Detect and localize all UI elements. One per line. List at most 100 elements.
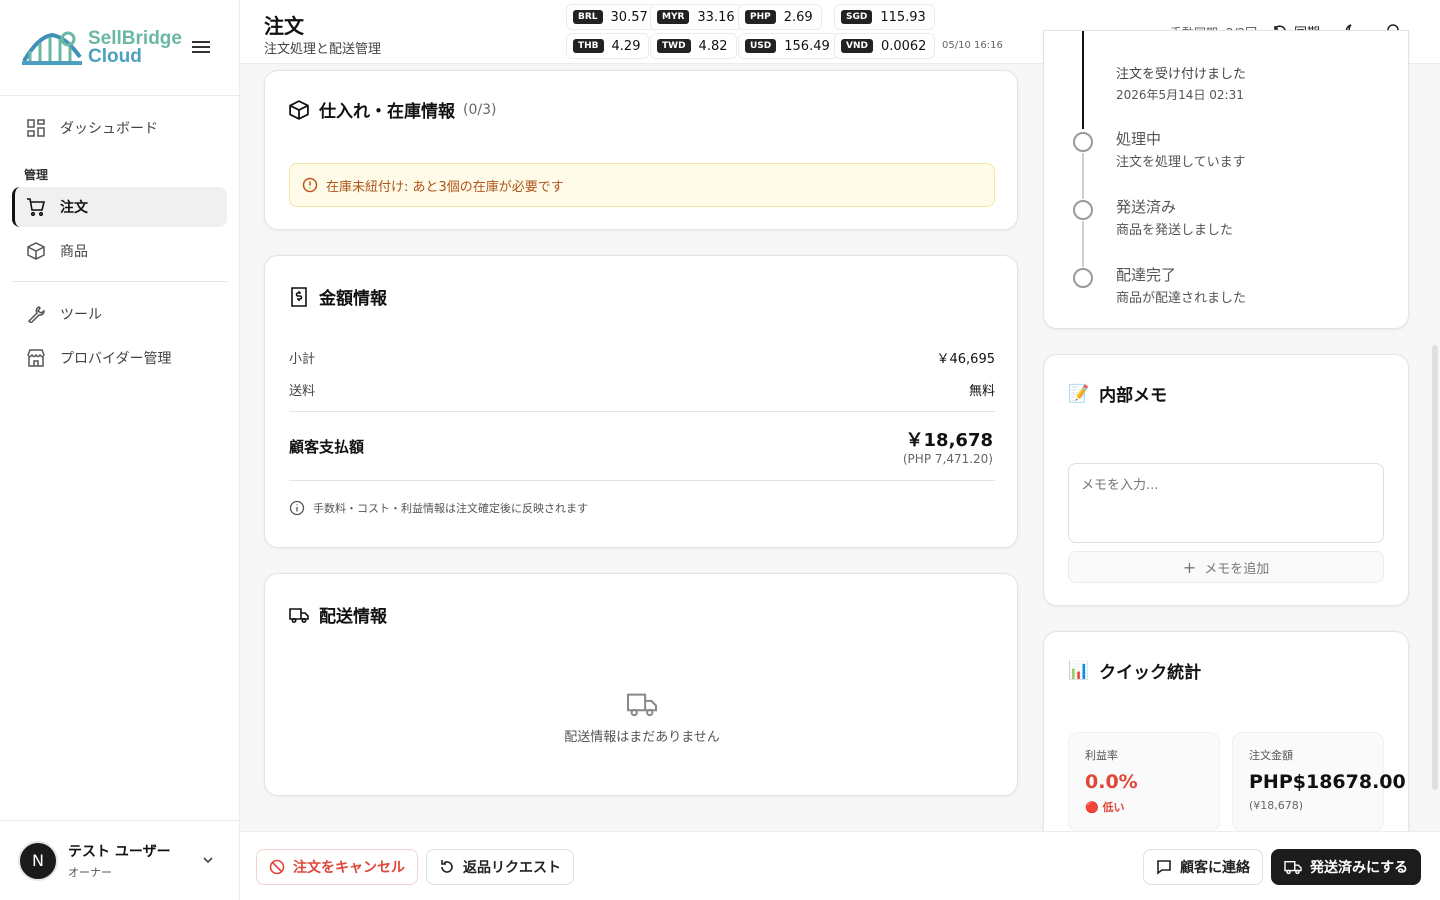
sidebar-nav: ダッシュボード 管理 注文 商品 ツール プロバイダー管理 bbox=[0, 96, 239, 394]
timeline-line bbox=[1082, 153, 1084, 199]
page-title: 注文 bbox=[264, 14, 304, 38]
timeline-time: 2026年5月14日 02:31 bbox=[1116, 88, 1244, 102]
sidebar-item-label: 注文 bbox=[60, 200, 88, 216]
cancel-order-button[interactable]: 注文をキャンセル bbox=[256, 849, 418, 885]
sidebar-item-dashboard[interactable]: ダッシュボード bbox=[12, 108, 227, 148]
total-label: 顧客支払額 bbox=[289, 438, 365, 456]
logo-row: SellBridge Cloud bbox=[0, 0, 239, 96]
stat-sub: (¥18,678) bbox=[1249, 799, 1304, 812]
bar-chart-icon: 📊 bbox=[1068, 660, 1090, 681]
cart-icon bbox=[26, 197, 46, 217]
order-amount-stat: 注文金額 PHP$18678.00 (¥18,678) bbox=[1232, 732, 1406, 832]
truck-icon bbox=[289, 606, 309, 624]
rate-chip: SGD 115.93 bbox=[834, 4, 935, 30]
message-icon bbox=[1157, 860, 1171, 875]
stat-label: 利益率 bbox=[1085, 749, 1118, 762]
timeline-line bbox=[1082, 221, 1084, 267]
rate-chip: THB 4.29 bbox=[566, 33, 650, 59]
alert-circle-icon bbox=[302, 177, 318, 193]
sidebar-item-label: ツール bbox=[60, 307, 102, 323]
memo-input[interactable] bbox=[1068, 463, 1384, 543]
scrollbar[interactable] bbox=[1432, 345, 1438, 790]
nav-divider bbox=[12, 281, 227, 282]
amount-info-card: 金額情報 小計 ￥46,695 送料 無料 顧客支払額 ￥18,678 (PHP 7… bbox=[264, 255, 1018, 548]
store-icon bbox=[26, 348, 46, 368]
stat-status: 🔴 低い bbox=[1085, 801, 1125, 814]
timeline-dot bbox=[1073, 200, 1093, 220]
sidebar-item-providers[interactable]: プロバイダー管理 bbox=[12, 338, 227, 378]
brand-name: SellBridge Cloud bbox=[88, 27, 182, 67]
receipt-icon bbox=[289, 286, 309, 307]
dashboard-grid-icon bbox=[26, 118, 46, 138]
truck-icon bbox=[626, 693, 658, 717]
user-info: テスト ユーザー オーナー bbox=[68, 841, 171, 880]
card-title: 金額情報 bbox=[289, 284, 387, 309]
mark-shipped-button[interactable]: 発送済みにする bbox=[1271, 849, 1422, 885]
return-request-button[interactable]: 返品リクエスト bbox=[426, 849, 574, 885]
user-role: オーナー bbox=[68, 866, 112, 879]
sidebar-item-products[interactable]: 商品 bbox=[12, 231, 227, 271]
shipping-info-card: 配送情報 配送情報はまだありません bbox=[264, 573, 1018, 796]
memo-icon: 📝 bbox=[1068, 383, 1090, 404]
total-value: ￥18,678 bbox=[905, 430, 993, 451]
rate-chip: PHP 2.69 bbox=[738, 4, 822, 30]
stock-count: (0/3) bbox=[463, 101, 497, 118]
sidebar-item-label: 商品 bbox=[60, 244, 88, 260]
ban-icon bbox=[269, 859, 285, 875]
user-name: テスト ユーザー bbox=[68, 844, 171, 860]
subtotal-row: 小計 ￥46,695 bbox=[289, 352, 995, 367]
profit-margin-stat: 利益率 0.0% 🔴 低い bbox=[1068, 732, 1220, 832]
wrench-icon bbox=[26, 304, 46, 324]
box-icon bbox=[26, 241, 46, 261]
timeline-desc: 商品を発送しました bbox=[1116, 223, 1234, 238]
truck-icon bbox=[1284, 860, 1302, 875]
card-title: 📊 クイック統計 bbox=[1068, 660, 1202, 684]
stat-value: 0.0% bbox=[1085, 771, 1138, 793]
page-subtitle: 注文処理と配送管理 bbox=[264, 42, 382, 57]
timeline-desc: 注文を受け付けました bbox=[1116, 67, 1247, 82]
action-footer: 注文をキャンセル 返品リクエスト 顧客に連絡 発送済みにする bbox=[240, 831, 1440, 900]
stat-label: 注文金額 bbox=[1249, 749, 1293, 762]
add-memo-button[interactable]: + メモを追加 bbox=[1068, 551, 1384, 583]
amount-note: 手数料・コスト・利益情報は注文確定後に反映されます bbox=[289, 500, 588, 516]
sidebar-item-orders[interactable]: 注文 bbox=[12, 187, 227, 227]
brand-logo[interactable]: SellBridge Cloud bbox=[22, 27, 182, 69]
card-title: 配送情報 bbox=[289, 602, 387, 627]
box-icon bbox=[289, 99, 309, 120]
timeline-title: 配達完了 bbox=[1116, 266, 1177, 284]
stat-value: PHP$18678.00 bbox=[1249, 771, 1406, 793]
shipping-empty-state: 配送情報はまだありません bbox=[265, 690, 1019, 745]
stock-warning: 在庫未紐付け: あと3個の在庫が必要です bbox=[289, 163, 995, 207]
plus-icon: + bbox=[1182, 557, 1197, 577]
timeline-desc: 商品が配達されました bbox=[1116, 291, 1247, 306]
card-title: 仕入れ・在庫情報 (0/3) bbox=[289, 97, 496, 122]
nav-section-label: 管理 bbox=[24, 168, 49, 182]
avatar: N bbox=[18, 840, 58, 881]
divider bbox=[289, 411, 995, 412]
hamburger-menu-icon[interactable] bbox=[192, 38, 210, 56]
undo-icon bbox=[441, 860, 453, 873]
sidebar-item-tools[interactable]: ツール bbox=[12, 294, 227, 334]
order-status-timeline-card: 注文を受け付けました 2026年5月14日 02:31 処理中 注文を処理してい… bbox=[1043, 30, 1409, 329]
bridge-logo-icon bbox=[22, 31, 82, 65]
rate-chip: MYR 33.16 bbox=[650, 4, 744, 30]
chevron-down-icon[interactable] bbox=[201, 853, 215, 867]
card-title: 📝 内部メモ bbox=[1068, 383, 1168, 407]
info-icon bbox=[289, 500, 305, 516]
timeline-dot bbox=[1073, 132, 1093, 152]
timeline-dot bbox=[1073, 268, 1093, 288]
sidebar: SellBridge Cloud ダッシュボード 管理 注文 商品 ツール プロ… bbox=[0, 0, 240, 900]
sidebar-item-label: プロバイダー管理 bbox=[60, 351, 172, 367]
internal-memo-card: 📝 内部メモ + メモを追加 bbox=[1043, 354, 1409, 606]
stock-info-card: 仕入れ・在庫情報 (0/3) 在庫未紐付け: あと3個の在庫が必要です bbox=[264, 70, 1018, 230]
timeline-line-done bbox=[1082, 31, 1084, 129]
total-converted: (PHP 7,471.20) bbox=[902, 452, 993, 466]
rate-chip: USD 156.49 bbox=[738, 33, 839, 59]
rate-chip: TWD 4.82 bbox=[650, 33, 737, 59]
user-menu[interactable]: N テスト ユーザー オーナー bbox=[0, 820, 239, 900]
divider bbox=[289, 480, 995, 481]
rate-chip: VND 0.0062 bbox=[834, 33, 936, 59]
contact-customer-button[interactable]: 顧客に連絡 bbox=[1143, 849, 1263, 885]
shipping-fee-row: 送料 無料 bbox=[289, 384, 995, 399]
timeline-title: 処理中 bbox=[1116, 130, 1162, 148]
